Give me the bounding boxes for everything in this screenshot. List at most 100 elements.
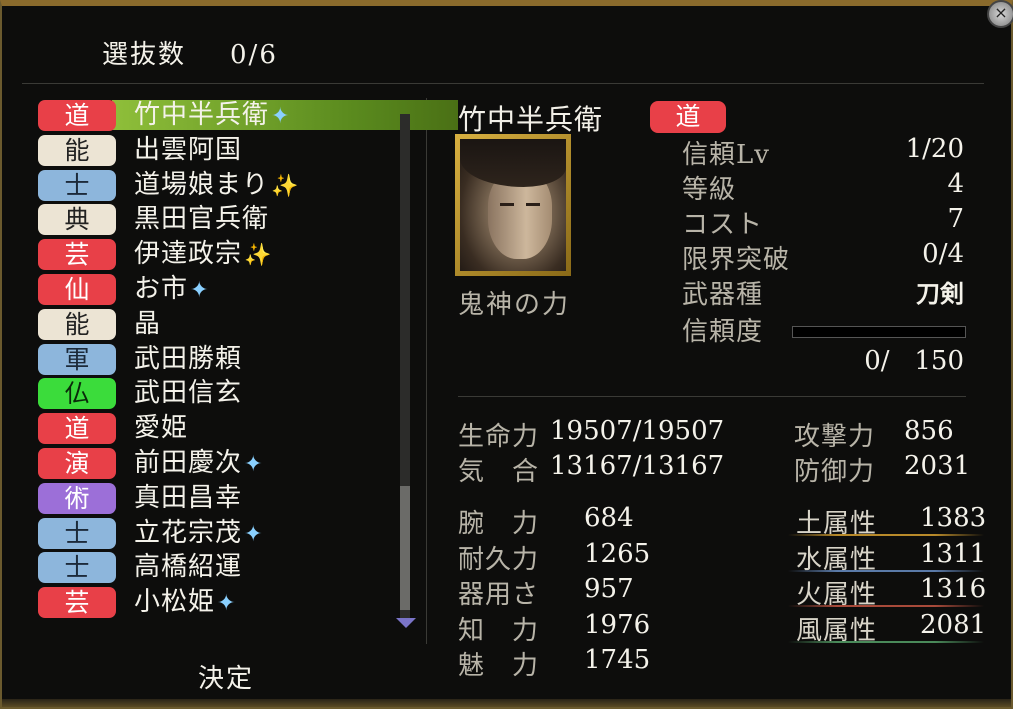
character-name: 武田信玄 bbox=[134, 376, 242, 410]
character-name: 高橋紹運 bbox=[134, 550, 242, 584]
gold-sparkle-icon: ✨ bbox=[271, 173, 300, 199]
character-row[interactable]: 士高橋紹運 bbox=[38, 550, 398, 585]
element-underline bbox=[788, 640, 984, 643]
character-row[interactable]: 芸小松姫✦ bbox=[38, 585, 398, 620]
character-name-text: 伊達政宗 bbox=[134, 239, 243, 270]
base-stat-value: 1265 bbox=[584, 538, 651, 569]
element-underline bbox=[788, 569, 984, 572]
base-stat-label: 耐久力 bbox=[458, 544, 540, 575]
info-value: 0/4 bbox=[922, 239, 964, 269]
character-row[interactable]: 道愛姫 bbox=[38, 411, 398, 446]
selection-count-label: 選抜数 bbox=[102, 40, 187, 70]
character-name-text: お市 bbox=[134, 273, 189, 304]
character-row[interactable]: 軍武田勝頼 bbox=[38, 342, 398, 377]
character-name-text: 真田昌幸 bbox=[134, 482, 243, 513]
character-name-text: 前田慶次 bbox=[134, 447, 243, 478]
character-name: 愛姫 bbox=[134, 411, 188, 445]
base-stat-label: 魅 力 bbox=[458, 651, 540, 681]
type-badge: 仏 bbox=[38, 378, 116, 410]
character-name: 立花宗茂✦ bbox=[134, 516, 263, 552]
type-badge: 士 bbox=[38, 552, 116, 584]
life-value: 19507/19507 bbox=[550, 416, 725, 446]
decide-button[interactable]: 決定 bbox=[198, 658, 254, 695]
character-portrait bbox=[455, 134, 571, 276]
info-value: 4 bbox=[947, 169, 964, 199]
type-badge: 士 bbox=[38, 517, 116, 549]
info-value: 7 bbox=[947, 204, 964, 234]
character-row[interactable]: 道竹中半兵衛✦ bbox=[38, 98, 458, 134]
element-stat-value: 1383 bbox=[920, 503, 987, 533]
type-badge: 芸 bbox=[38, 239, 116, 271]
element-stat-value: 2081 bbox=[920, 609, 987, 640]
info-label: コスト bbox=[682, 210, 764, 240]
type-badge: 典 bbox=[38, 204, 116, 236]
element-underline bbox=[788, 605, 984, 607]
character-name-text: 出雲阿国 bbox=[134, 134, 243, 165]
info-label: 信頼Lv bbox=[682, 140, 770, 170]
character-row[interactable]: 能晶 bbox=[38, 307, 398, 342]
character-name-text: 武田勝頼 bbox=[134, 343, 243, 374]
type-badge: 士 bbox=[38, 169, 116, 201]
character-name: 黒田官兵衛 bbox=[134, 202, 269, 236]
defense-label: 防御力 bbox=[794, 457, 876, 487]
character-row[interactable]: 典黒田官兵衛 bbox=[38, 202, 398, 237]
base-stat-value: 957 bbox=[584, 574, 634, 604]
character-row[interactable]: 芸伊達政宗✨ bbox=[38, 237, 398, 272]
character-name-text: 小松姫 bbox=[134, 587, 216, 618]
stats-divider bbox=[458, 396, 966, 397]
character-name-text: 黒田官兵衛 bbox=[134, 204, 270, 235]
base-stat-value: 1976 bbox=[584, 609, 651, 640]
character-row[interactable]: 士道場娘まり✨ bbox=[38, 168, 398, 203]
element-stat-value: 1316 bbox=[920, 574, 987, 604]
character-row[interactable]: 士立花宗茂✦ bbox=[38, 516, 398, 551]
character-list: 道竹中半兵衛✦ 能出雲阿国士道場娘まり✨ 典黒田官兵衛芸伊達政宗✨ 仙お市✦ 能晶軍武田… bbox=[38, 98, 458, 620]
detail-character-name: 竹中半兵衛 bbox=[458, 103, 604, 136]
base-stat-label: 腕 力 bbox=[458, 509, 540, 539]
type-badge: 軍 bbox=[38, 343, 116, 375]
scroll-down-arrow-icon[interactable] bbox=[396, 618, 416, 628]
type-badge: 芸 bbox=[38, 587, 116, 619]
info-value: 刀剣 bbox=[916, 280, 964, 308]
character-name: 竹中半兵衛✦ bbox=[134, 98, 290, 134]
base-stat-label: 器用さ bbox=[458, 580, 540, 610]
list-scrollbar-thumb[interactable] bbox=[400, 486, 410, 610]
type-badge: 道 bbox=[38, 413, 116, 445]
blue-sparkle-icon: ✦ bbox=[190, 277, 210, 303]
character-name: 晶 bbox=[134, 307, 161, 341]
info-value: 1/20 bbox=[905, 134, 964, 164]
character-name-text: 道場娘まり bbox=[134, 169, 270, 200]
element-underline bbox=[788, 534, 984, 536]
character-row[interactable]: 仙お市✦ bbox=[38, 272, 398, 307]
info-label: 信頼度 bbox=[682, 317, 764, 347]
spirit-label: 気 合 bbox=[458, 457, 540, 487]
character-name: 道場娘まり✨ bbox=[134, 168, 299, 204]
character-name: お市✦ bbox=[134, 272, 209, 308]
character-name-text: 高橋紹運 bbox=[134, 552, 243, 583]
selection-count-header: 選抜数 0/6 bbox=[102, 34, 278, 71]
gold-sparkle-icon: ✨ bbox=[244, 243, 273, 269]
type-badge: 能 bbox=[38, 308, 116, 340]
character-name: 出雲阿国 bbox=[134, 133, 242, 167]
base-stat-label: 知 力 bbox=[458, 615, 540, 646]
base-stat-value: 1745 bbox=[584, 645, 651, 675]
close-icon[interactable]: × bbox=[987, 0, 1013, 28]
character-row[interactable]: 演前田慶次✦ bbox=[38, 446, 398, 481]
character-name-text: 愛姫 bbox=[134, 413, 189, 444]
type-badge: 道 bbox=[38, 100, 116, 131]
spirit-value: 13167/13167 bbox=[550, 451, 725, 481]
character-name-text: 立花宗茂 bbox=[134, 517, 243, 548]
character-name: 武田勝頼 bbox=[134, 342, 242, 376]
character-row[interactable]: 能出雲阿国 bbox=[38, 133, 398, 168]
blue-sparkle-icon: ✦ bbox=[244, 521, 264, 547]
info-label: 武器種 bbox=[682, 280, 764, 310]
roster-window: × 選抜数 0/6 道竹中半兵衛✦ 能出雲阿国士道場娘まり✨ 典黒田官兵衛芸伊達政宗✨… bbox=[0, 0, 1013, 709]
character-row[interactable]: 術真田昌幸 bbox=[38, 481, 398, 516]
character-name: 小松姫✦ bbox=[134, 585, 236, 621]
attack-value: 856 bbox=[904, 416, 954, 446]
blue-sparkle-icon: ✦ bbox=[271, 104, 291, 129]
type-badge: 仙 bbox=[38, 273, 116, 305]
info-label: 等級 bbox=[682, 175, 737, 205]
blue-sparkle-icon: ✦ bbox=[217, 591, 237, 617]
character-row[interactable]: 仏武田信玄 bbox=[38, 376, 398, 411]
character-name: 前田慶次✦ bbox=[134, 446, 263, 482]
